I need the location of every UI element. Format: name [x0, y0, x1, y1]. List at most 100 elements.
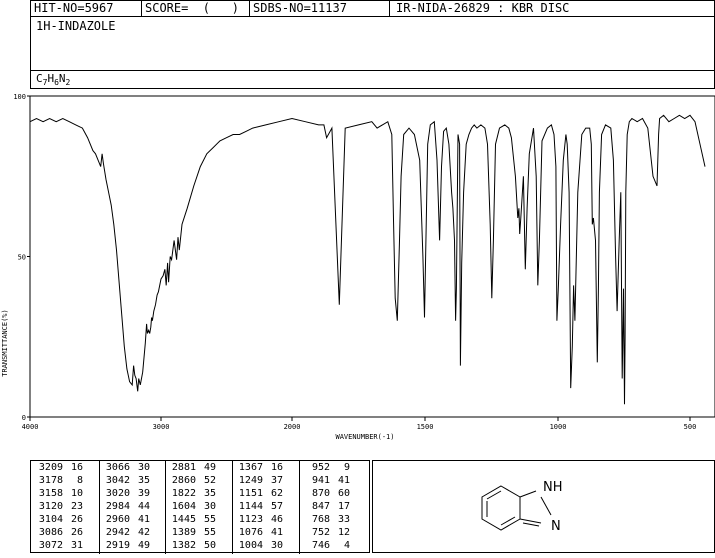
- peak-row: 1151 62: [236, 487, 283, 500]
- peak-wavenumber: 3042: [105, 475, 130, 486]
- peak-wavenumber: 2942: [105, 527, 130, 538]
- peak-transmittance: 55: [203, 514, 216, 525]
- x-tick-label: 3000: [153, 423, 170, 431]
- peak-transmittance: 62: [270, 488, 283, 499]
- peak-column-divider: [165, 461, 166, 554]
- compound-name: 1H-INDAZOLE: [36, 19, 116, 33]
- peak-transmittance: 33: [337, 514, 350, 525]
- y-axis-label: TRANSMITTANCE(%): [1, 309, 9, 376]
- peak-transmittance: 10: [70, 488, 83, 499]
- x-tick-label: 2000: [284, 423, 301, 431]
- benzene-double-bond: [500, 516, 516, 526]
- peak-row: 1249 37: [236, 474, 283, 487]
- sdbs-number: SDBS-NO=11137: [253, 1, 347, 15]
- peak-wavenumber: 3066: [105, 462, 130, 473]
- axis-ticks: 4000 3000 2000 1500 1000 500 0 50 100: [13, 93, 696, 431]
- peak-column: 1367 16 1249 37 1151 62 1144 57 1123 46 1076 41 1004…: [236, 461, 283, 552]
- peak-wavenumber: 768: [311, 514, 330, 525]
- peak-transmittance: 35: [203, 488, 216, 499]
- method-info: IR-NIDA-26829 : KBR DISC: [396, 1, 570, 15]
- peak-transmittance: 37: [270, 475, 283, 486]
- n2-bond: [540, 496, 552, 516]
- structure-box: NH N: [372, 460, 715, 553]
- peak-wavenumber: 1249: [238, 475, 263, 486]
- peak-wavenumber: 3178: [38, 475, 63, 486]
- y-tick-label: 100: [13, 93, 26, 101]
- peak-wavenumber: 1151: [238, 488, 263, 499]
- hit-number: HIT-NO=5967: [34, 1, 114, 15]
- score: SCORE= ( ): [145, 1, 239, 15]
- x-tick-label: 1500: [417, 423, 434, 431]
- indazole-structure: NH N: [481, 480, 563, 534]
- peak-transmittance: 42: [137, 527, 150, 538]
- nh-label: NH: [543, 480, 563, 495]
- x-tick-label: 1000: [550, 423, 567, 431]
- formula-n-count: 2: [65, 78, 71, 88]
- nh-n-glyph: N: [543, 480, 553, 495]
- peak-wavenumber: 3158: [38, 488, 63, 499]
- peak-transmittance: 16: [270, 462, 283, 473]
- peak-wavenumber: 1123: [238, 514, 263, 525]
- peak-row: 870 60: [303, 487, 350, 500]
- peak-row: 768 33: [303, 513, 350, 526]
- x-axis-label: WAVENUMBER(-1): [335, 433, 394, 441]
- n2-label: N: [551, 519, 561, 534]
- header-divider: [249, 0, 250, 16]
- peak-transmittance: 30: [270, 540, 283, 551]
- peak-row: 1123 46: [236, 513, 283, 526]
- peak-transmittance: 49: [137, 540, 150, 551]
- peak-row: 746 4: [303, 539, 350, 552]
- peak-column: 3066 30 3042 35 3020 39 2984 44 2960 41 2942 42 2919…: [103, 461, 150, 552]
- peak-transmittance: 30: [203, 501, 216, 512]
- header-bar: [30, 0, 715, 17]
- peak-wavenumber: 746: [311, 540, 330, 551]
- peak-transmittance: 31: [70, 540, 83, 551]
- peak-row: 2919 49: [103, 539, 150, 552]
- peak-column: 2881 49 2860 52 1822 35 1604 30 1445 55 1389 55 1382…: [169, 461, 216, 552]
- peak-transmittance: 44: [137, 501, 150, 512]
- peak-transmittance: 16: [70, 462, 83, 473]
- peak-wavenumber: 1822: [171, 488, 196, 499]
- peak-row: 1367 16: [236, 461, 283, 474]
- peak-row: 3042 35: [103, 474, 150, 487]
- peak-row: 1604 30: [169, 500, 216, 513]
- peak-transmittance: 49: [203, 462, 216, 473]
- peak-row: 2984 44: [103, 500, 150, 513]
- peak-transmittance: 30: [137, 462, 150, 473]
- peak-wavenumber: 1604: [171, 501, 196, 512]
- peak-row: 1445 55: [169, 513, 216, 526]
- formula-n: N: [58, 72, 66, 85]
- peak-row: 1382 50: [169, 539, 216, 552]
- peak-wavenumber: 3209: [38, 462, 63, 473]
- peak-transmittance: 35: [137, 475, 150, 486]
- y-tick-label: 0: [22, 414, 26, 422]
- peak-table: 3209 16 3178 8 3158 10 3120 23 3104 26 3086 26 3072 3…: [30, 460, 370, 554]
- peak-transmittance: 4: [343, 540, 350, 551]
- peak-transmittance: 41: [337, 475, 350, 486]
- c3-n2-double-bond-inner: [522, 522, 540, 527]
- peak-wavenumber: 2860: [171, 475, 196, 486]
- peak-wavenumber: 3086: [38, 527, 63, 538]
- peak-transmittance: 26: [70, 527, 83, 538]
- molecular-formula: C7H6N2: [36, 72, 70, 87]
- peak-wavenumber: 3104: [38, 514, 63, 525]
- peak-wavenumber: 2881: [171, 462, 196, 473]
- peak-row: 2860 52: [169, 474, 216, 487]
- peak-row: 941 41: [303, 474, 350, 487]
- peak-row: 752 12: [303, 526, 350, 539]
- peak-transmittance: 60: [337, 488, 350, 499]
- header-divider: [389, 0, 390, 16]
- x-tick-label: 500: [684, 423, 697, 431]
- peak-transmittance: 41: [137, 514, 150, 525]
- peak-wavenumber: 1445: [171, 514, 196, 525]
- peak-column-divider: [99, 461, 100, 554]
- peak-transmittance: 12: [337, 527, 350, 538]
- peak-row: 3209 16: [36, 461, 83, 474]
- peak-row: 3120 23: [36, 500, 83, 513]
- peak-row: 3158 10: [36, 487, 83, 500]
- peak-wavenumber: 3020: [105, 488, 130, 499]
- peak-wavenumber: 870: [311, 488, 330, 499]
- nh-h-glyph: H: [553, 480, 563, 495]
- peak-transmittance: 9: [343, 462, 350, 473]
- peak-column-divider: [299, 461, 300, 554]
